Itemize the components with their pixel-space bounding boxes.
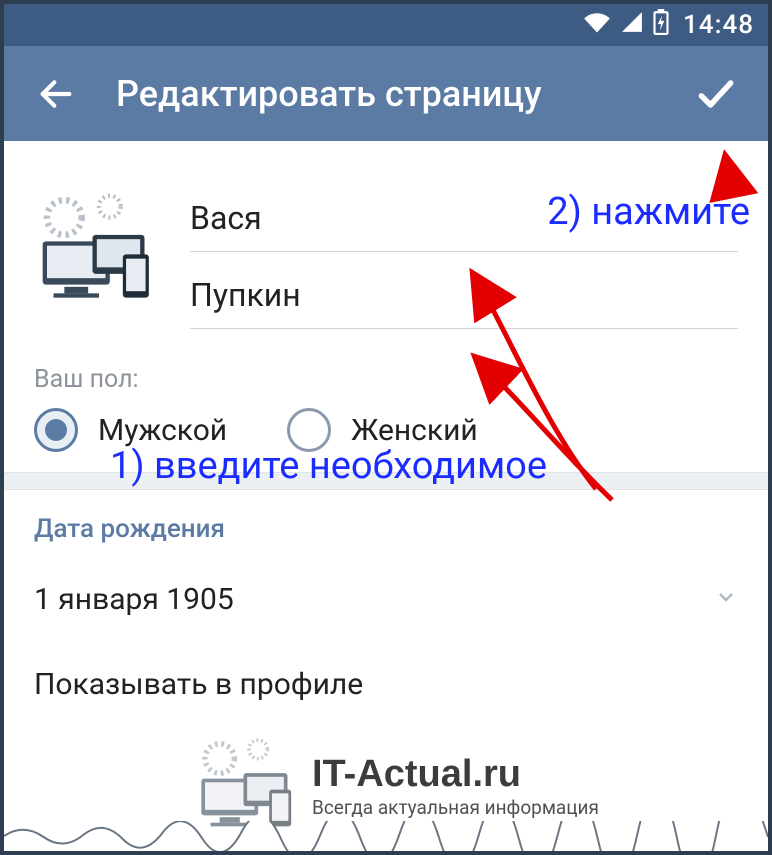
radio-icon <box>34 408 78 452</box>
gender-male-label: Мужской <box>98 413 227 448</box>
torn-edge <box>4 821 768 851</box>
last-name-input[interactable]: Пупкин <box>190 262 738 329</box>
show-in-profile-row[interactable]: Показывать в профиле <box>34 657 738 712</box>
content: Вася Пупкин Ваш пол: Мужской Женский Дат… <box>4 141 768 732</box>
radio-icon <box>287 408 331 452</box>
clock-text: 14:48 <box>683 10 754 40</box>
first-name-input[interactable]: Вася <box>190 185 738 252</box>
confirm-icon[interactable] <box>692 70 740 118</box>
birth-section-title: Дата рождения <box>34 514 738 544</box>
screen: 14:48 Редактировать страницу <box>0 0 772 855</box>
show-in-profile-label: Показывать в профиле <box>34 667 363 702</box>
section-divider <box>4 472 768 490</box>
chevron-down-icon <box>714 582 738 617</box>
signal-icon <box>621 10 643 40</box>
wifi-icon <box>583 10 611 40</box>
birth-section: Дата рождения 1 января 1905 Показывать в… <box>4 490 768 732</box>
gender-radios: Мужской Женский <box>34 408 738 452</box>
appbar: Редактировать страницу <box>4 46 768 141</box>
birth-date-row[interactable]: 1 января 1905 <box>34 572 738 627</box>
page-title: Редактировать страницу <box>116 73 692 115</box>
gender-female-label: Женский <box>351 413 478 448</box>
watermark-title: IT-Actual.ru <box>312 753 599 796</box>
battery-icon <box>653 9 669 42</box>
avatar[interactable] <box>34 185 164 315</box>
back-icon[interactable] <box>32 70 80 118</box>
statusbar: 14:48 <box>4 4 768 46</box>
gender-label: Ваш пол: <box>34 365 738 394</box>
gender-female-radio[interactable]: Женский <box>287 408 478 452</box>
watermark-subtitle: Всегда актуальная информация <box>312 796 599 819</box>
gender-male-radio[interactable]: Мужской <box>34 408 227 452</box>
profile-section: Вася Пупкин Ваш пол: Мужской Женский <box>4 141 768 472</box>
birth-date-value: 1 января 1905 <box>34 582 234 617</box>
